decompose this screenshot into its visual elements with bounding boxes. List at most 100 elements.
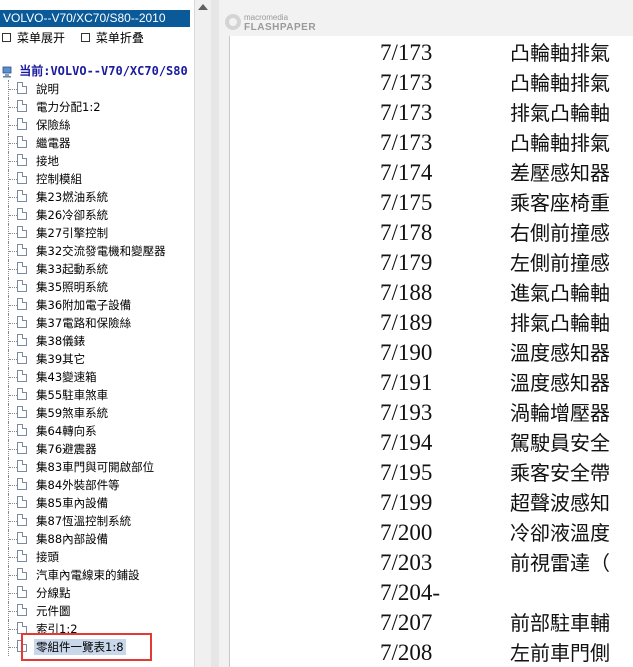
component-name: 冷卻液溫度 xyxy=(510,521,610,545)
document-icon xyxy=(17,82,27,94)
document-icon xyxy=(17,244,27,256)
tree-item[interactable]: 集27引擎控制 xyxy=(0,224,194,242)
document-row: 7/190 溫度感知器 xyxy=(230,338,633,368)
menu-expand-label: 菜单展开 xyxy=(17,31,66,45)
menu-expand-button[interactable]: 菜单展开 xyxy=(2,30,65,46)
tree-item-label: 集36附加電子設備 xyxy=(36,298,132,312)
tree-item-label: 集85車內設備 xyxy=(36,496,109,510)
tree-item[interactable]: 集85車內設備 xyxy=(0,494,194,512)
page-reference: 7/179 xyxy=(380,250,433,275)
document-icon xyxy=(17,424,27,436)
page-reference: 7/178 xyxy=(380,220,433,245)
tree-item[interactable]: 集64轉向系 xyxy=(0,422,194,440)
tree-connector-line xyxy=(9,395,17,396)
component-name: 排氣凸輪軸 xyxy=(510,101,610,125)
document-row: 7/200 冷卻液溫度 xyxy=(230,518,633,548)
tree-item[interactable]: 集36附加電子設備 xyxy=(0,296,194,314)
tree-item[interactable]: 元件圖 xyxy=(0,602,194,620)
tree-root[interactable]: 当前:VOLVO--V70/XC70/S80 xyxy=(2,62,188,79)
tree-list: 說明 電力分配1:2 保險絲繼電器接地控制模組 集23燃油系統集26冷卻系統集27引擎… xyxy=(0,80,194,661)
tree-item[interactable]: 集33起動系統 xyxy=(0,260,194,278)
tree-item[interactable]: 集59煞車系統 xyxy=(0,404,194,422)
document-row: 7/204- xyxy=(230,578,633,608)
tree-item[interactable]: 集32交流發電機和變壓器 xyxy=(0,242,194,260)
tree-item[interactable]: 接地 xyxy=(0,152,194,170)
tree-item[interactable]: 集37電路和保險絲 xyxy=(0,314,194,332)
tree-item-label: 集87恆溫控制系統 xyxy=(36,514,132,528)
document-row: 7/208 左前車門側 xyxy=(230,638,633,667)
tree-item-label: 集83車門與可開啟部位 xyxy=(36,460,155,474)
tree-connector-line xyxy=(9,557,17,558)
tree-item-label: 集26冷卻系統 xyxy=(36,208,109,222)
tree-connector-line xyxy=(9,197,17,198)
component-name: 乘客座椅重 xyxy=(510,191,610,215)
tree-item[interactable]: 集88內部設備 xyxy=(0,530,194,548)
tree-item[interactable]: 集55駐車煞車 xyxy=(0,386,194,404)
document-row: 7/173 排氣凸輪軸 xyxy=(230,98,633,128)
computer-icon xyxy=(2,66,12,77)
tree-item-label: 集35照明系統 xyxy=(36,280,109,294)
page-reference: 7/190 xyxy=(380,340,433,365)
menu-collapse-label: 菜单折叠 xyxy=(95,31,144,45)
document-icon xyxy=(17,280,27,292)
document-row: 7/207 前部駐車輔 xyxy=(230,608,633,638)
component-name: 前視雷達（ xyxy=(510,551,610,575)
left-scrollbar[interactable] xyxy=(194,0,211,667)
menu-collapse-button[interactable]: 菜单折叠 xyxy=(80,30,144,46)
tree-item[interactable]: 集87恆溫控制系統 xyxy=(0,512,194,530)
component-name: 凸輪軸排氣 xyxy=(510,41,610,65)
tree-item[interactable]: 集39其它 xyxy=(0,350,194,368)
tree-connector-line xyxy=(9,593,17,594)
logo-bottom-text: FLASHPAPER xyxy=(244,22,317,33)
tree-connector-line xyxy=(9,269,17,270)
scroll-up-arrow-icon[interactable] xyxy=(198,4,208,10)
document-row: 7/178 右側前撞感 xyxy=(230,218,633,248)
tree-item-label: 汽車內電線束的鋪設 xyxy=(36,568,140,582)
tree-item[interactable]: 電力分配1:2 xyxy=(0,98,194,116)
document-icon xyxy=(17,316,27,328)
tree-item[interactable]: 集38儀錶 xyxy=(0,332,194,350)
tree-item-label: 集39其它 xyxy=(36,352,86,366)
tree-connector-line xyxy=(9,233,17,234)
component-name: 進氣凸輪軸 xyxy=(510,281,610,305)
tree-connector-line xyxy=(9,575,17,576)
document-row: 7/191 溫度感知器 xyxy=(230,368,633,398)
document-icon xyxy=(17,550,27,562)
tree-item[interactable]: 保險絲 xyxy=(0,116,194,134)
tree-item[interactable]: 集26冷卻系統 xyxy=(0,206,194,224)
tree-item[interactable]: 零組件一覽表1:8 xyxy=(0,633,194,661)
tree-item[interactable]: 集76避震器 xyxy=(0,440,194,458)
tree-item-label: 集88內部設備 xyxy=(36,532,109,546)
panel-splitter[interactable] xyxy=(211,0,219,667)
document-icon xyxy=(17,478,27,490)
tree-connector-line xyxy=(9,341,17,342)
tree-item-label: 接地 xyxy=(36,154,59,168)
tree-item[interactable]: 控制模組 xyxy=(0,170,194,188)
component-name: 溫度感知器 xyxy=(510,341,610,365)
document-row: 7/195 乘客安全帶 xyxy=(230,458,633,488)
tree-item[interactable]: 集23燃油系統 xyxy=(0,188,194,206)
page-reference: 7/204- xyxy=(380,580,441,605)
tree-item[interactable]: 汽車內電線束的鋪設 xyxy=(0,566,194,584)
tree-item[interactable]: 集83車門與可開啟部位 xyxy=(0,458,194,476)
tree-item[interactable]: 集43變速箱 xyxy=(0,368,194,386)
component-name: 前部駐車輔 xyxy=(510,611,610,635)
tree-item[interactable]: 集35照明系統 xyxy=(0,278,194,296)
tree-item[interactable]: 接頭 xyxy=(0,548,194,566)
document-row: 7/173 凸輪軸排氣 xyxy=(230,68,633,98)
tree-item-label: 繼電器 xyxy=(36,136,71,150)
tree-item[interactable]: 集84外裝部件等 xyxy=(0,476,194,494)
tree-connector-line xyxy=(9,485,17,486)
tree-item-label: 分線點 xyxy=(36,586,71,600)
tree-connector-line xyxy=(9,611,17,612)
tree-item[interactable]: 說明 xyxy=(0,80,194,98)
document-row: 7/203 前視雷達（ xyxy=(230,548,633,578)
macromedia-logo-icon xyxy=(225,14,241,30)
page-reference: 7/199 xyxy=(380,490,433,515)
page-reference: 7/173 xyxy=(380,70,433,95)
tree-item[interactable]: 繼電器 xyxy=(0,134,194,152)
tree-item[interactable]: 分線點 xyxy=(0,584,194,602)
document-icon xyxy=(17,370,27,382)
component-name: 駕駛員安全 xyxy=(510,431,610,455)
page-reference: 7/191 xyxy=(380,370,433,395)
